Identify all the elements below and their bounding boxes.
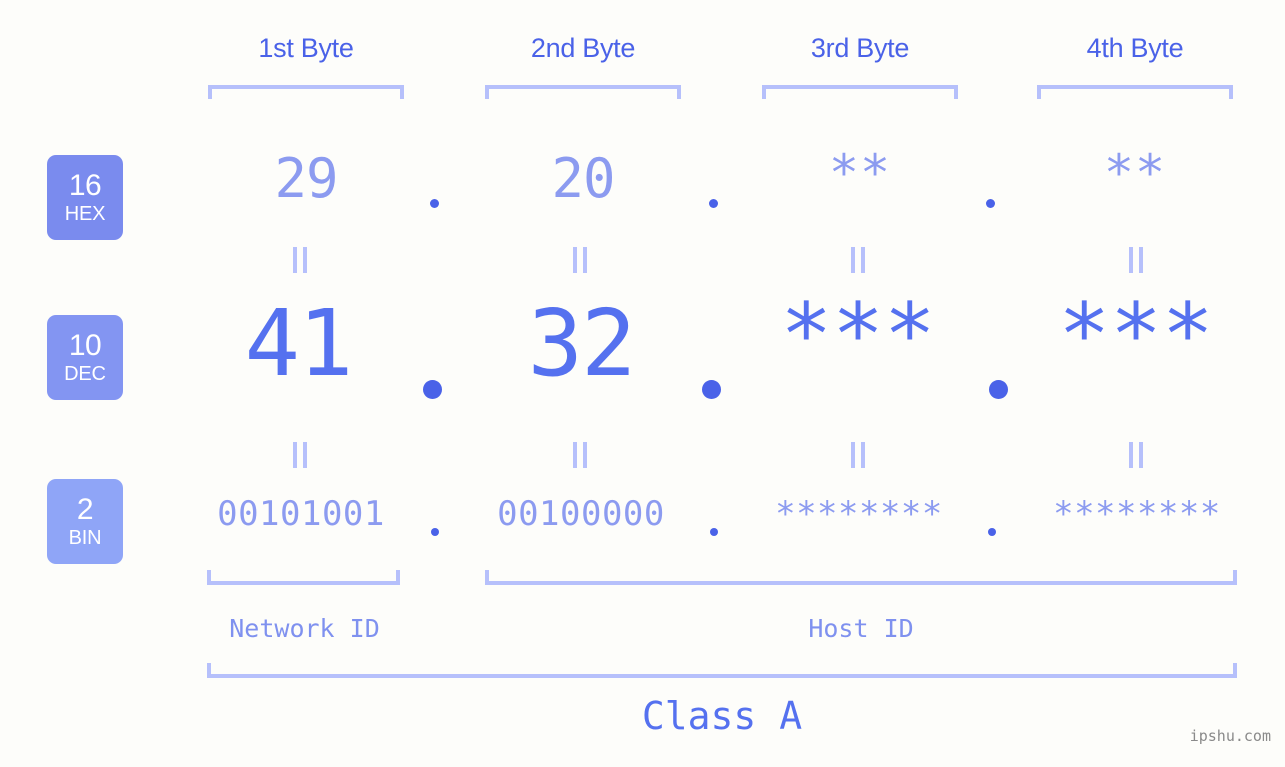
equals-mark-dec-bin-4 xyxy=(1129,442,1143,468)
network-id-label: Network ID xyxy=(229,614,380,643)
network-id-bracket xyxy=(207,570,400,585)
byte-bracket-2 xyxy=(485,85,681,99)
bin-byte-3: ******** xyxy=(775,494,943,534)
dec-separator-dot-1 xyxy=(423,380,442,399)
bin-separator-dot-3 xyxy=(988,528,996,536)
hex-byte-4: ** xyxy=(1103,144,1167,202)
bin-separator-dot-1 xyxy=(431,528,439,536)
hex-separator-dot-3 xyxy=(986,199,995,208)
hex-byte-3: ** xyxy=(828,144,892,202)
radix-badge-hex: 16 HEX xyxy=(47,155,123,240)
equals-mark-dec-bin-3 xyxy=(851,442,865,468)
dec-byte-4: *** xyxy=(1058,285,1214,385)
bin-separator-dot-2 xyxy=(710,528,718,536)
class-label: Class A xyxy=(641,694,803,738)
radix-badge-dec-label: DEC xyxy=(64,363,106,385)
equals-mark-hex-dec-1 xyxy=(293,247,307,273)
radix-badge-hex-label: HEX xyxy=(64,203,106,225)
host-id-bracket xyxy=(485,570,1237,585)
hex-separator-dot-1 xyxy=(430,199,439,208)
class-bracket xyxy=(207,663,1237,678)
radix-badge-dec-number: 10 xyxy=(68,329,102,362)
byte-header-4: 4th Byte xyxy=(1086,33,1184,63)
equals-mark-dec-bin-1 xyxy=(293,442,307,468)
byte-bracket-3 xyxy=(762,85,958,99)
byte-header-1: 1st Byte xyxy=(258,33,354,63)
equals-mark-hex-dec-2 xyxy=(573,247,587,273)
radix-badge-bin-number: 2 xyxy=(76,493,94,526)
bin-byte-4: ******** xyxy=(1053,494,1221,534)
byte-bracket-4 xyxy=(1037,85,1233,99)
site-watermark: ipshu.com xyxy=(1189,727,1271,745)
equals-mark-hex-dec-4 xyxy=(1129,247,1143,273)
equals-mark-dec-bin-2 xyxy=(573,442,587,468)
dec-byte-2: 32 xyxy=(527,290,637,397)
dec-separator-dot-3 xyxy=(989,380,1008,399)
radix-badge-bin: 2 BIN xyxy=(47,479,123,564)
radix-badge-dec: 10 DEC xyxy=(47,315,123,400)
bin-byte-1: 00101001 xyxy=(217,494,385,534)
ip-byte-breakdown-diagram: 1st Byte 2nd Byte 3rd Byte 4th Byte 16 H… xyxy=(0,0,1285,767)
byte-header-2: 2nd Byte xyxy=(530,33,636,63)
radix-badge-bin-label: BIN xyxy=(68,527,102,549)
hex-byte-2: 20 xyxy=(551,147,615,210)
bin-byte-2: 00100000 xyxy=(497,494,665,534)
byte-bracket-1 xyxy=(208,85,404,99)
byte-header-3: 3rd Byte xyxy=(810,33,910,63)
hex-separator-dot-2 xyxy=(709,199,718,208)
dec-byte-1: 41 xyxy=(244,290,354,397)
hex-byte-1: 29 xyxy=(274,147,338,210)
host-id-label: Host ID xyxy=(808,614,914,643)
dec-byte-3: *** xyxy=(780,285,936,385)
equals-mark-hex-dec-3 xyxy=(851,247,865,273)
radix-badge-hex-number: 16 xyxy=(68,169,102,202)
dec-separator-dot-2 xyxy=(702,380,721,399)
